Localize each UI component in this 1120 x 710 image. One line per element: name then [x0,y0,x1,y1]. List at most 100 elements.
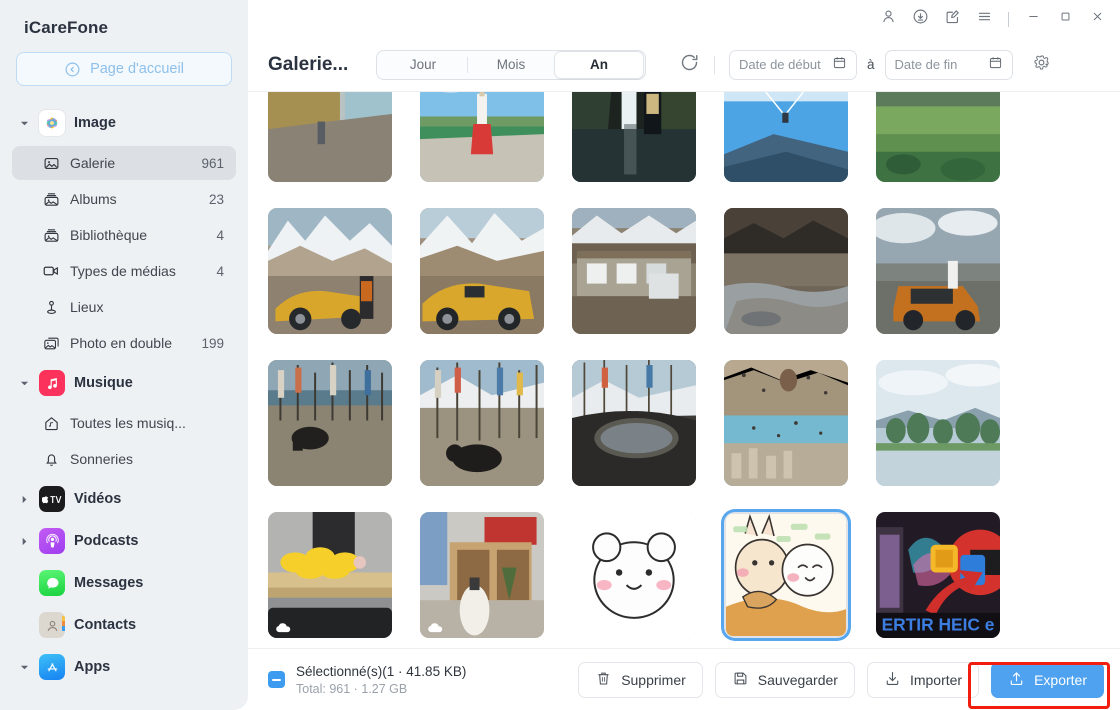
sidebar-item-lieux-label: Lieux [70,299,104,315]
sidebar-item-types-de-medias-label: Types de médias [70,263,176,279]
p18 [572,512,696,638]
date-start-field[interactable] [729,49,857,80]
duplicate-icon [42,335,60,352]
photo-thumbnail[interactable] [420,360,544,486]
icloud-badge-icon [427,620,443,633]
photo-thumbnail[interactable] [268,360,392,486]
app-brand-title: iCareFone [24,18,109,37]
settings-button[interactable] [1027,50,1057,80]
chevron-down-icon[interactable] [18,119,30,128]
page-title: Galerie... [268,53,349,75]
minimize-button[interactable] [1018,5,1048,33]
icloud-badge-icon [275,620,291,633]
albums-icon [42,191,60,208]
chevron-right-icon[interactable] [18,495,30,504]
photo-thumbnail[interactable] [572,512,696,638]
chevron-right-icon[interactable] [18,537,30,546]
appstore-app-icon [39,654,65,680]
select-all-checkbox[interactable] [268,671,285,688]
sidebar-item-albums[interactable]: Albums 23 [12,182,236,216]
p15 [876,360,1000,486]
sidebar-group-musique[interactable]: Musique [12,362,236,404]
feedback-note-icon [944,8,961,30]
sidebar-group-videos[interactable]: Vidéos [12,478,236,520]
sidebar-item-sonneries-label: Sonneries [70,451,134,467]
sidebar-group-podcasts[interactable]: Podcasts [12,520,236,562]
sidebar-item-photo-en-double[interactable]: Photo en double 199 [12,326,236,360]
date-start-input[interactable] [739,57,832,72]
back-circle-icon [64,61,81,78]
sidebar-group-image[interactable]: Image [12,102,236,144]
chevron-down-icon[interactable] [18,663,30,672]
photo-thumbnail[interactable] [876,360,1000,486]
photo-thumbnail[interactable] [268,512,392,638]
hamburger-menu-icon [976,8,993,30]
photo-thumbnail[interactable] [268,208,392,334]
save-disk-icon [732,670,749,690]
close-button[interactable] [1082,5,1112,33]
sidebar-group-podcasts-label: Podcasts [74,533,139,549]
backup-button-label: Sauvegarder [757,671,838,688]
refresh-button[interactable] [672,48,706,82]
date-end-field[interactable] [884,49,1013,80]
p19 [726,514,846,636]
indeterminate-dash-icon [272,678,281,681]
photo-thumbnail[interactable] [724,208,848,334]
library-icon [42,227,60,244]
tab-an[interactable]: An [555,51,643,78]
photo-thumbnail[interactable] [420,208,544,334]
backup-button[interactable]: Sauvegarder [714,661,855,698]
sidebar-item-galerie-count: 961 [201,155,224,171]
date-end-input[interactable] [894,57,988,72]
photo-thumbnail[interactable] [724,92,848,182]
tab-mois[interactable]: Mois [467,52,555,78]
p20: ERTIR HEIC e [876,512,1000,638]
sidebar-group-contacts-label: Contacts [74,617,137,633]
sidebar-item-galerie-label: Galerie [70,155,116,171]
sidebar-item-bibliotheque[interactable]: Bibliothèque 4 [12,218,236,252]
export-button[interactable]: Exporter [991,661,1104,698]
sidebar-item-toutes-les-musiques[interactable]: Toutes les musiq... [12,406,236,440]
menu-button[interactable] [969,5,999,33]
photo-thumbnail[interactable]: ERTIR HEIC e [876,512,1000,638]
downloads-button[interactable] [905,5,935,33]
main-panel: Galerie... Jour Mois An Date de début à … [248,0,1120,710]
photo-thumbnail[interactable] [420,512,544,638]
photo-thumbnail[interactable] [268,92,392,182]
sidebar-item-types-de-medias[interactable]: Types de médias 4 [12,254,236,288]
sidebar-group-apps[interactable]: Apps [12,646,236,688]
photo-thumbnail[interactable] [572,360,696,486]
photo-thumbnail-selected[interactable] [724,512,848,638]
photo-thumbnail[interactable] [572,92,696,182]
refresh-icon [679,52,700,78]
date-range-separator: à [867,57,875,72]
photo-thumbnail[interactable] [876,208,1000,334]
photo-thumbnail[interactable] [876,92,1000,182]
sidebar-item-bibliotheque-label: Bibliothèque [70,227,148,243]
p2 [420,92,544,182]
import-button[interactable]: Importer [866,661,980,698]
p1 [268,92,392,182]
photo-thumbnail[interactable] [572,208,696,334]
sidebar-group-contacts[interactable]: Contacts [12,604,236,646]
gallery-scroll-area[interactable]: ERTIR HEIC e [248,92,1120,648]
sidebar-item-galerie[interactable]: Galerie 961 [12,146,236,180]
tab-jour[interactable]: Jour [379,52,467,78]
sidebar-item-lieux[interactable]: Lieux [12,290,236,324]
sidebar-item-types-de-medias-count: 4 [216,263,224,279]
account-button[interactable] [873,5,903,33]
maximize-button[interactable] [1050,5,1080,33]
sidebar-item-sonneries[interactable]: Sonneries [12,442,236,476]
delete-button[interactable]: Supprimer [578,661,703,698]
photo-thumbnail[interactable] [724,360,848,486]
sidebar-item-albums-label: Albums [70,191,117,207]
feedback-button[interactable] [937,5,967,33]
sidebar-group-messages[interactable]: Messages [12,562,236,604]
tab-an-label: An [590,57,608,72]
photo-thumbnail[interactable] [420,92,544,182]
places-pin-icon [42,299,60,316]
chevron-down-icon[interactable] [18,379,30,388]
bottom-buttons: Supprimer Sauvegarder Importer Exporter [578,661,1104,698]
p7 [420,208,544,334]
home-page-button[interactable]: Page d'accueil [16,52,232,86]
